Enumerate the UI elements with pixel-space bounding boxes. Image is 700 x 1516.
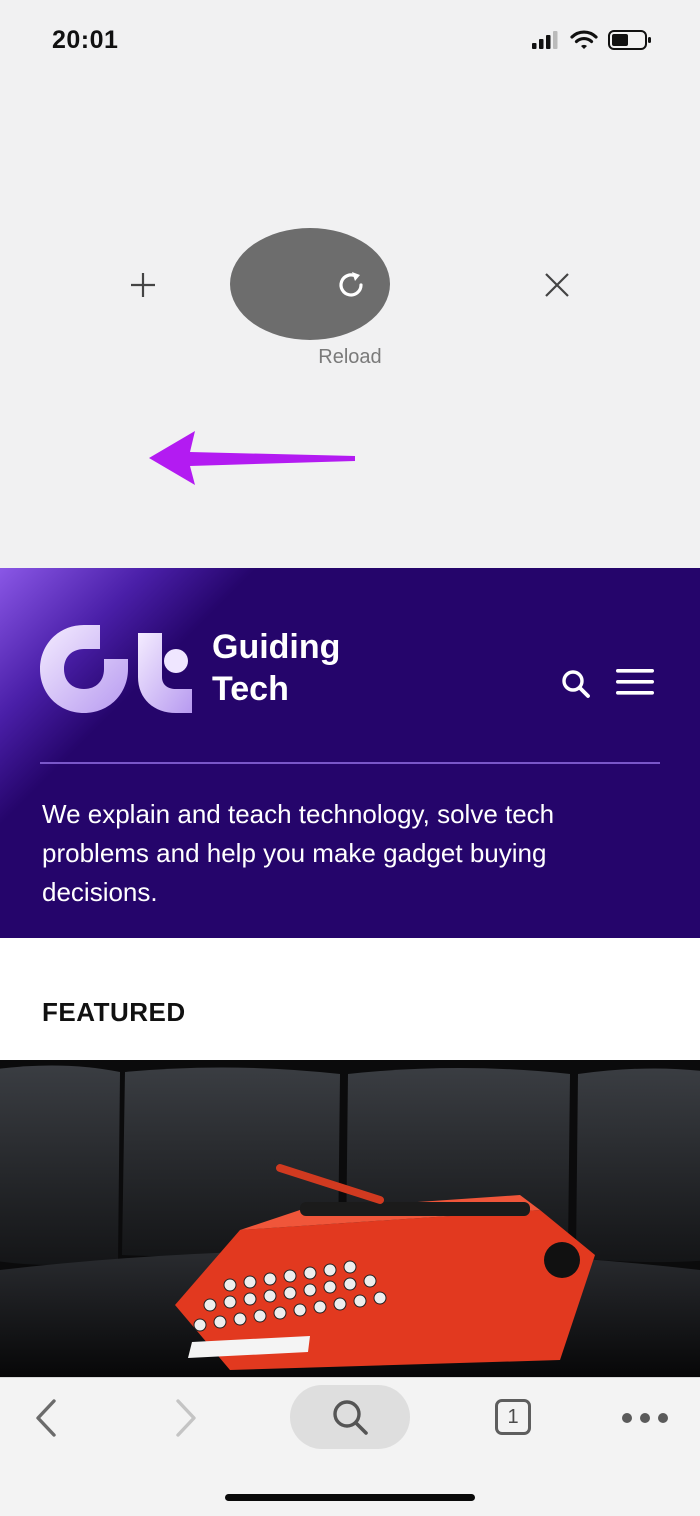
toolbar-search-button[interactable] <box>290 1385 410 1449</box>
featured-heading: FEATURED <box>42 997 186 1027</box>
plus-icon <box>131 273 155 297</box>
more-options-button[interactable] <box>618 1396 672 1440</box>
hamburger-menu-icon <box>616 669 654 695</box>
header-divider <box>40 762 660 764</box>
close-tab-button[interactable] <box>536 264 578 306</box>
close-icon <box>545 273 569 297</box>
search-icon <box>333 1400 368 1435</box>
site-menu-button[interactable] <box>614 666 656 698</box>
brand-line-1: Guiding <box>212 628 341 666</box>
battery-icon <box>608 30 651 50</box>
home-indicator[interactable] <box>225 1494 475 1501</box>
more-dots-icon <box>622 1413 668 1423</box>
brand-line-2: Tech <box>212 670 289 708</box>
typewriter-illustration <box>0 1060 700 1377</box>
signal-icon <box>532 31 558 49</box>
wifi-icon <box>570 30 598 49</box>
tab-count: 1 <box>495 1399 531 1435</box>
site-search-button[interactable] <box>558 666 594 702</box>
tab-switcher-button[interactable]: 1 <box>490 1394 536 1440</box>
status-time: 20:01 <box>52 26 119 54</box>
status-icons <box>532 30 652 50</box>
chevron-left-icon <box>36 1399 56 1437</box>
search-icon <box>562 670 590 698</box>
forward-button[interactable] <box>164 1396 208 1440</box>
reload-label: Reload <box>318 346 382 368</box>
site-brand[interactable]: Guiding Tech <box>212 626 340 710</box>
chevron-right-icon <box>176 1399 196 1437</box>
guiding-tech-logo[interactable] <box>40 625 198 713</box>
featured-article-image[interactable] <box>0 1060 700 1377</box>
reload-icon <box>330 264 372 306</box>
back-button[interactable] <box>24 1396 68 1440</box>
new-tab-button[interactable] <box>122 264 164 306</box>
swipe-left-arrow-icon <box>149 431 355 485</box>
site-tagline: We explain and teach technology, solve t… <box>42 799 555 907</box>
